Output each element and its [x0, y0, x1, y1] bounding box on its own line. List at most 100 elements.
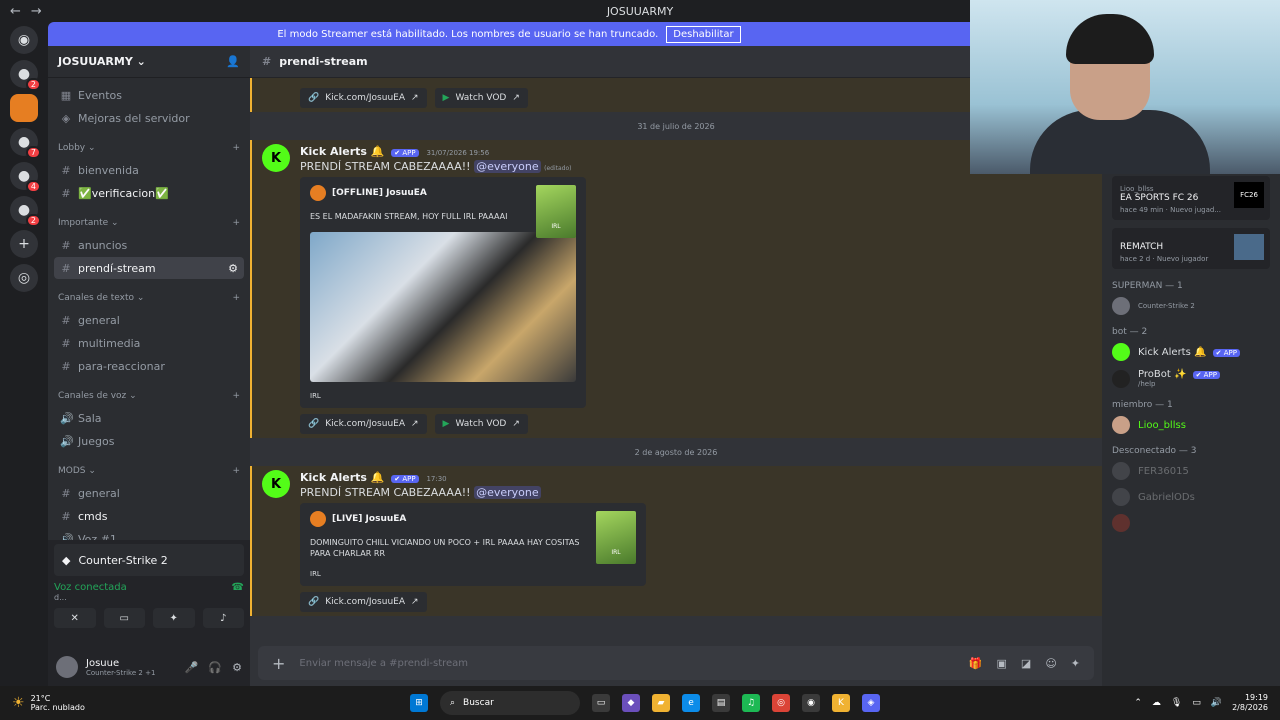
server-josuuarmy-icon[interactable] [10, 94, 38, 122]
discord-home-icon[interactable]: ◉ [10, 26, 38, 54]
settings-gear-icon[interactable]: ⚙ [228, 262, 238, 275]
embed-image[interactable] [310, 232, 576, 383]
volume-icon[interactable]: 🔊 [1211, 698, 1222, 708]
gift-icon[interactable]: 🎁 [969, 657, 983, 670]
channel-multimedia[interactable]: # multimedia [54, 332, 244, 354]
mention[interactable]: @everyone [474, 160, 541, 173]
watch-vod-button[interactable]: ▶ Watch VOD ↗ [434, 414, 528, 435]
microphone-icon[interactable]: 🎤 [185, 661, 199, 674]
member-item[interactable]: FER36015 [1112, 462, 1270, 480]
category-voz[interactable]: Canales de voz ⌄ + [54, 385, 244, 407]
copilot-icon[interactable]: ◆ [622, 694, 640, 712]
attach-plus-icon[interactable]: + [272, 654, 285, 673]
channel-para-reaccionar[interactable]: # para-reaccionar [54, 355, 244, 377]
camera-off-icon[interactable]: ✕ [54, 608, 96, 628]
server-icon[interactable]: ● 7 [10, 128, 41, 159]
channel-verificacion[interactable]: # ✅verificacion✅ [54, 182, 244, 204]
kick-link-button[interactable]: 🔗 Kick.com/JosuuEA ↗ [300, 88, 427, 108]
composer-placeholder[interactable]: Enviar mensaje a #prendi-stream [299, 658, 468, 669]
member-item[interactable]: ProBot ✨ ✔ APP/help [1112, 369, 1270, 388]
add-channel-icon[interactable]: + [232, 293, 240, 303]
channel-cmds[interactable]: # cmds [54, 505, 244, 527]
add-channel-icon[interactable]: + [232, 391, 240, 401]
sticker-icon[interactable]: ◪ [1021, 657, 1031, 670]
channel-anuncios[interactable]: # anuncios [54, 234, 244, 256]
embed-category: IRL [310, 392, 321, 401]
network-icon[interactable]: ☁ [1152, 698, 1161, 708]
game-activity[interactable]: ◆ Counter-Strike 2 [54, 544, 244, 576]
category-importante[interactable]: Importante ⌄ + [54, 212, 244, 234]
kick-studio-icon[interactable]: K [832, 694, 850, 712]
server-icon[interactable]: ● 4 [10, 162, 41, 193]
kick-bot-avatar[interactable]: K [262, 470, 290, 499]
message-composer[interactable]: + Enviar mensaje a #prendi-stream 🎁 ▣ ◪ … [258, 646, 1094, 680]
taskbar-search[interactable]: ⌕ Buscar [440, 691, 580, 715]
member-item[interactable] [1112, 514, 1270, 532]
activity-card[interactable]: Lioo_bllss EA SPORTS FC 26 hace 49 min ·… [1112, 176, 1270, 220]
file-explorer-icon[interactable]: ▰ [652, 694, 670, 712]
kick-bot-avatar[interactable]: K [262, 144, 290, 172]
channel-mods-general[interactable]: # general [54, 482, 244, 504]
add-server-icon[interactable]: + [10, 230, 38, 258]
spotify-icon[interactable]: ♫ [742, 694, 760, 712]
member-item[interactable]: Kick Alerts 🔔 ✔ APP [1112, 343, 1270, 361]
message-author[interactable]: Kick Alerts 🔔 [300, 471, 384, 484]
add-channel-icon[interactable]: + [232, 466, 240, 476]
server-boosts-item[interactable]: ◈ Mejoras del servidor [54, 107, 244, 129]
windows-start-icon[interactable]: ⊞ [410, 694, 428, 712]
edge-icon[interactable]: e [682, 694, 700, 712]
message-author[interactable]: Kick Alerts 🔔 [300, 145, 384, 158]
embed-author[interactable]: [LIVE] JosuuEA [332, 514, 406, 524]
channel-prendi-stream[interactable]: # prendí-stream ⚙ [54, 257, 244, 279]
kick-link-button[interactable]: 🔗 Kick.com/JosuuEA ↗ [300, 591, 427, 612]
app-badge: ✔ APP [391, 149, 419, 157]
emoji-icon[interactable]: ☺ [1045, 657, 1056, 670]
gear-icon[interactable]: ⚙ [232, 661, 242, 674]
apps-icon[interactable]: ✦ [1071, 657, 1080, 670]
clock[interactable]: 19:19 2/8/2026 [1232, 693, 1268, 714]
weather-widget[interactable]: ☀ 21°C Parc. nublado [0, 694, 85, 712]
disconnect-icon[interactable]: ☎ [232, 582, 244, 602]
soundboard-icon[interactable]: ♪ [202, 608, 244, 628]
gif-icon[interactable]: ▣ [997, 657, 1007, 670]
steam-icon[interactable]: ◉ [802, 694, 820, 712]
headphones-icon[interactable]: 🎧 [208, 661, 222, 674]
chevron-up-icon[interactable]: ⌃ [1134, 698, 1142, 708]
member-item[interactable]: GabrielODs [1112, 488, 1270, 506]
avatar[interactable] [56, 656, 78, 678]
member-item[interactable]: Counter-Strike 2 [1112, 297, 1270, 315]
activities-icon[interactable]: ✦ [153, 608, 195, 628]
category-texto[interactable]: Canales de texto ⌄ + [54, 287, 244, 309]
screen-share-icon[interactable]: ▭ [103, 608, 145, 628]
category-lobby[interactable]: Lobby ⌄ + [54, 137, 244, 159]
invite-icon[interactable]: 👤 [226, 55, 240, 68]
chrome-icon[interactable]: ◎ [772, 694, 790, 712]
store-icon[interactable]: ▤ [712, 694, 730, 712]
embed-author[interactable]: [OFFLINE] JosuuEA [332, 188, 427, 198]
embed-thumbnail[interactable]: IRL [596, 511, 636, 565]
events-item[interactable]: ▦ Eventos [54, 84, 244, 106]
embed-thumbnail[interactable]: IRL [536, 185, 576, 238]
member-item[interactable]: Lioo_bllss [1112, 416, 1270, 434]
discord-icon[interactable]: ◈ [862, 694, 880, 712]
task-view-icon[interactable]: ▭ [592, 694, 610, 712]
guild-name[interactable]: JOSUUARMY ⌄ [58, 55, 146, 68]
server-icon[interactable]: ● 2 [10, 60, 41, 91]
kick-link-button[interactable]: 🔗 Kick.com/JosuuEA ↗ [300, 414, 427, 435]
disable-streamer-button[interactable]: Deshabilitar [666, 25, 741, 43]
microphone-icon[interactable]: 🎙 [1171, 698, 1182, 708]
voice-channel-juegos[interactable]: 🔊 Juegos [54, 430, 244, 452]
add-channel-icon[interactable]: + [232, 218, 240, 228]
discover-icon[interactable]: ◎ [10, 264, 38, 292]
voice-channel-sala[interactable]: 🔊 Sala [54, 407, 244, 429]
mention[interactable]: @everyone [474, 486, 541, 500]
activity-card[interactable]: REMATCH hace 2 d · Nuevo jugador [1112, 228, 1270, 269]
channel-bienvenida[interactable]: # bienvenida [54, 159, 244, 181]
server-icon[interactable]: ● 2 [10, 196, 41, 227]
category-mods[interactable]: MODS ⌄ + [54, 460, 244, 482]
display-icon[interactable]: ▭ [1192, 698, 1201, 708]
watch-vod-button[interactable]: ▶ Watch VOD ↗ [434, 88, 528, 108]
guild-header[interactable]: JOSUUARMY ⌄ 👤 [48, 46, 250, 78]
add-channel-icon[interactable]: + [232, 143, 240, 153]
channel-general[interactable]: # general [54, 309, 244, 331]
